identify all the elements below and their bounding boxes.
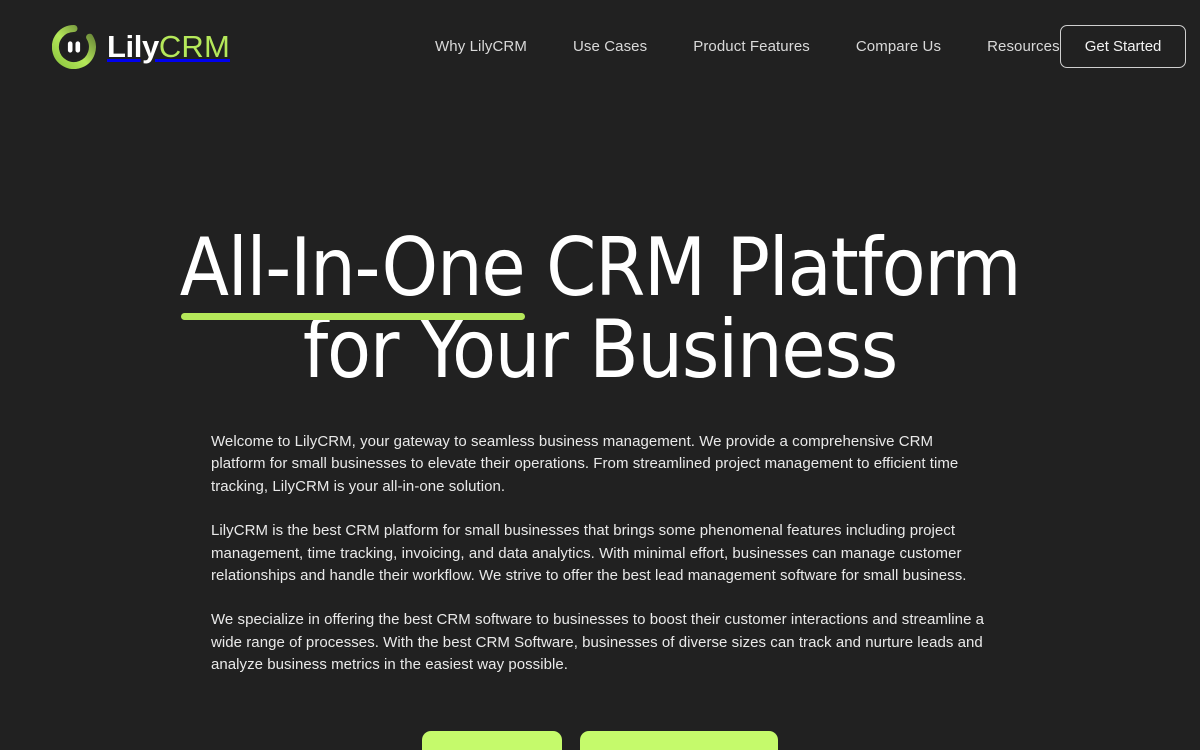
hero-title: All-In-One CRM Platform for Your Busines…	[0, 227, 1200, 391]
hero-title-accent-phrase: All-In-One	[179, 221, 526, 320]
brand-name-secondary: CRM	[158, 29, 231, 64]
landing-page: Lily CRM Why LilyCRM Use Cases Product Fe…	[0, 0, 1200, 750]
nav-item-resources[interactable]: Resources	[987, 38, 1060, 55]
header-cta-container: Get Started	[1059, 25, 1187, 68]
hero-paragraph-2: LilyCRM is the best CRM platform for sma…	[211, 522, 967, 585]
brand-name-primary: Lily	[107, 29, 159, 64]
main-navigation: Why LilyCRM Use Cases Product Features C…	[435, 38, 1060, 55]
hero-section: All-In-One CRM Platform for Your Busines…	[0, 93, 1200, 677]
hero-book-demo-button[interactable]: Book a Free Demo	[580, 731, 778, 750]
brand-logo-link[interactable]: Lily CRM	[52, 24, 230, 69]
nav-item-compare-us[interactable]: Compare Us	[856, 38, 941, 55]
lilycrm-circle-face-logo-icon	[52, 24, 96, 69]
hero-title-line-2: for Your Business	[302, 303, 898, 396]
site-header: Lily CRM Why LilyCRM Use Cases Product Fe…	[0, 0, 1200, 93]
hero-title-line-1: All-In-One CRM Platform	[0, 221, 1200, 320]
hero-description: Welcome to LilyCRM, your gateway to seam…	[211, 431, 989, 677]
hero-action-buttons: Get Started Book a Free Demo	[0, 731, 1200, 750]
nav-item-why-lilycrm[interactable]: Why LilyCRM	[435, 38, 527, 55]
nav-item-use-cases[interactable]: Use Cases	[573, 38, 647, 55]
hero-get-started-button[interactable]: Get Started	[422, 731, 562, 750]
hero-paragraph-1: Welcome to LilyCRM, your gateway to seam…	[211, 433, 959, 495]
hero-paragraph-3: We specialize in offering the best CRM s…	[211, 611, 985, 674]
header-get-started-button[interactable]: Get Started	[1059, 25, 1187, 68]
hero-title-line-1-rest: CRM Platform	[524, 221, 1021, 314]
nav-item-product-features[interactable]: Product Features	[693, 38, 810, 55]
brand-wordmark: Lily CRM	[107, 31, 230, 62]
